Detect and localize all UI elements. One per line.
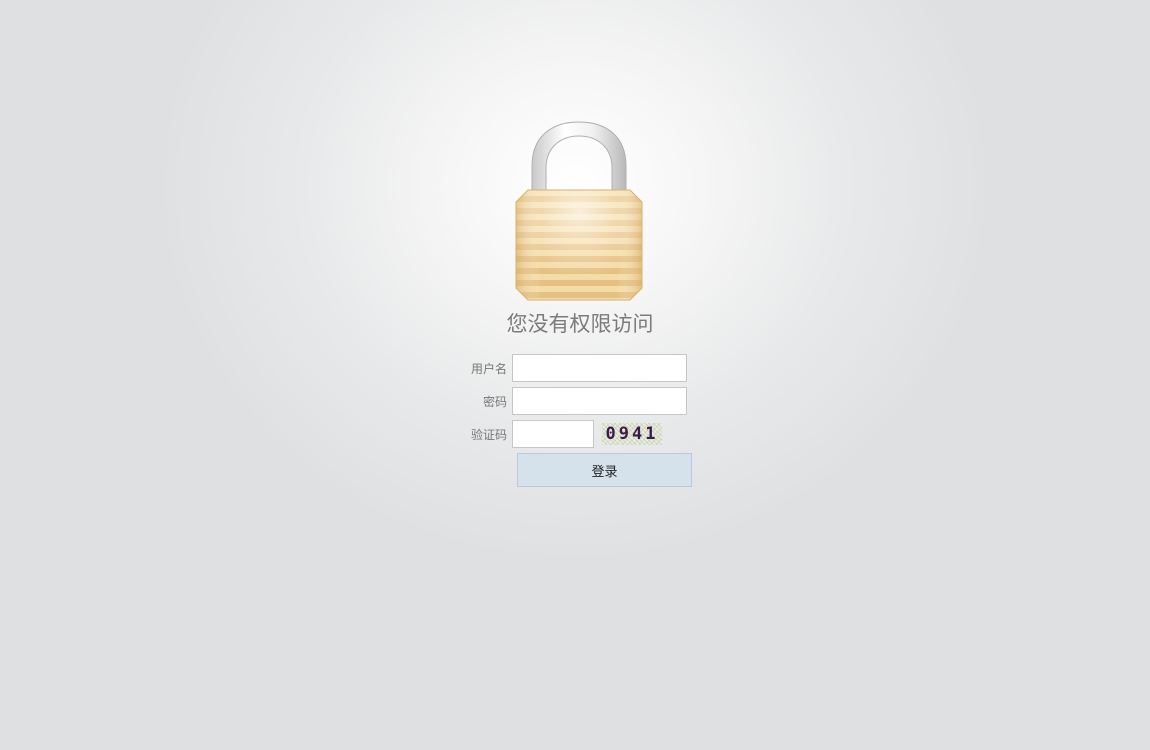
no-access-login-page: 您没有权限访问 用户名 密码 验证码 0941 登录 — [0, 0, 1150, 750]
username-label: 用户名 — [470, 361, 507, 376]
captcha-row: 验证码 0941 — [440, 420, 662, 448]
captcha-image[interactable]: 0941 — [602, 423, 662, 445]
username-row: 用户名 — [440, 354, 687, 382]
page-title: 您没有权限访问 — [506, 312, 654, 336]
lock-icon — [515, 121, 643, 301]
password-label: 密码 — [482, 394, 507, 409]
login-button[interactable]: 登录 — [517, 453, 692, 487]
username-input[interactable] — [512, 354, 687, 382]
password-row: 密码 — [440, 387, 687, 415]
password-input[interactable] — [512, 387, 687, 415]
captcha-input[interactable] — [512, 420, 594, 448]
captcha-label: 验证码 — [470, 427, 507, 442]
